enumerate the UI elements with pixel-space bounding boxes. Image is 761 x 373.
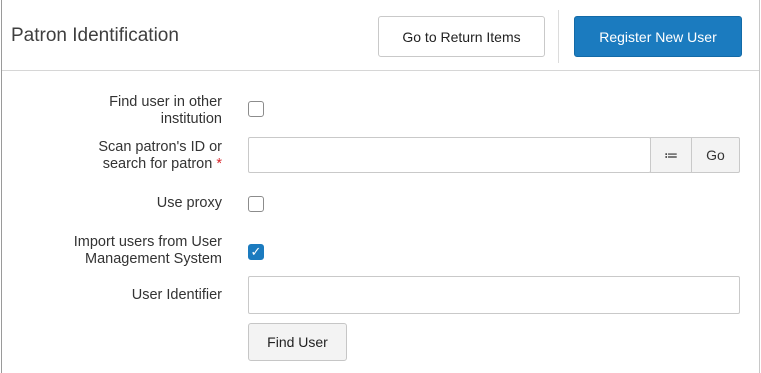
user-identifier-label: User Identifier bbox=[131, 287, 222, 303]
find-other-institution-label: Find user in other institution bbox=[52, 94, 222, 128]
list-icon[interactable]: ≔ bbox=[650, 137, 692, 173]
patron-identification-panel: Patron Identification Go to Return Items… bbox=[1, 0, 760, 373]
import-users-label-line1: Import users from User bbox=[73, 234, 222, 250]
use-proxy-checkbox[interactable] bbox=[248, 196, 264, 212]
page-title: Patron Identification bbox=[11, 25, 179, 46]
user-identifier-input[interactable] bbox=[248, 276, 740, 314]
scan-patron-label-line2: search for patron bbox=[102, 156, 213, 172]
go-to-return-items-button[interactable]: Go to Return Items bbox=[378, 16, 545, 57]
find-other-institution-checkbox[interactable] bbox=[248, 101, 264, 117]
scan-patron-label-line2-wrapper: search for patron * bbox=[98, 156, 222, 173]
scan-patron-input[interactable] bbox=[248, 137, 651, 173]
register-new-user-button[interactable]: Register New User bbox=[574, 16, 742, 57]
go-button[interactable]: Go bbox=[691, 137, 740, 173]
import-users-label: Import users from User Management System bbox=[74, 234, 222, 268]
import-users-checkbox[interactable]: ✓ bbox=[248, 244, 264, 260]
use-proxy-label: Use proxy bbox=[156, 195, 222, 211]
import-users-label-line2: Management System bbox=[84, 251, 222, 267]
header-divider bbox=[558, 10, 559, 63]
panel-header: Patron Identification Go to Return Items… bbox=[2, 0, 759, 71]
scan-patron-label-line1: Scan patron's ID or bbox=[98, 139, 222, 155]
find-other-institution-label-text: Find user in other institution bbox=[109, 94, 222, 127]
find-user-button[interactable]: Find User bbox=[248, 323, 347, 361]
required-asterisk: * bbox=[216, 156, 222, 172]
scan-patron-label: Scan patron's ID or search for patron * bbox=[98, 139, 222, 173]
